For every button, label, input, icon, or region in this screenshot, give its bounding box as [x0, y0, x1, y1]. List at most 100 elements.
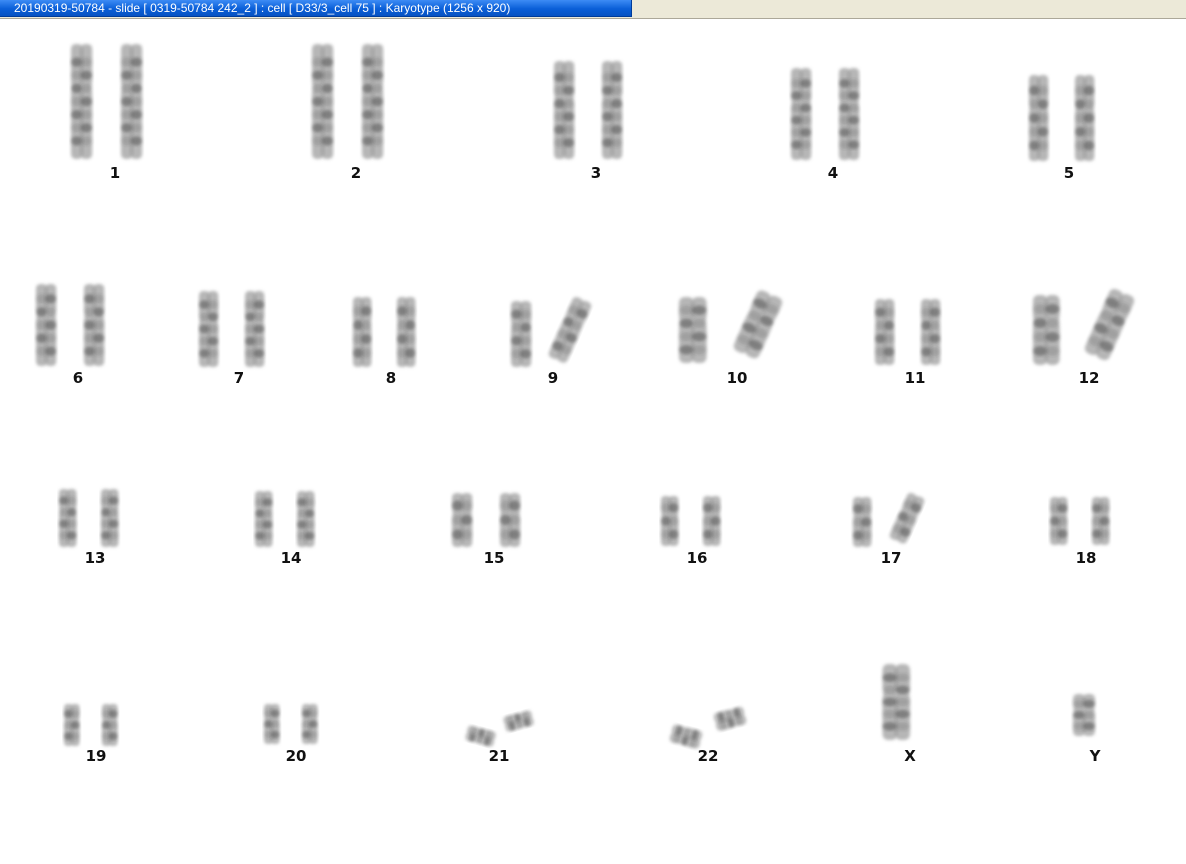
chromosome-band	[1083, 140, 1095, 151]
chromosome-band	[80, 96, 92, 107]
homolog	[882, 664, 910, 740]
chromosome-pair-graphic	[554, 61, 623, 159]
chromosome-band	[45, 346, 57, 356]
chromosome-label: X	[904, 747, 916, 765]
chromosome-pair-graphic	[669, 706, 747, 749]
homolog	[921, 299, 941, 365]
chromosome-band	[321, 83, 333, 93]
window-titlebar: 20190319-50784 - slide [ 0319-50784 242_…	[0, 0, 1186, 19]
chromosome-band	[692, 345, 707, 355]
chromosome-band	[520, 349, 532, 359]
chromosome-band	[1083, 722, 1095, 731]
chromosome-label: 4	[827, 164, 839, 182]
chromosome-label: 8	[385, 369, 397, 387]
chromosome-band	[1083, 99, 1095, 110]
chromosome-band	[1033, 318, 1048, 328]
chromatid	[1045, 295, 1060, 365]
chromosome-band	[509, 500, 521, 511]
chromatid	[1083, 694, 1095, 736]
chromosome-pair-graphic	[791, 68, 860, 160]
chromosome-band	[66, 496, 77, 505]
chromosome-band	[692, 305, 707, 315]
chromosome-pair-graphic	[452, 493, 521, 547]
chromosome-band	[895, 709, 910, 719]
chromosome-band	[108, 709, 118, 718]
chromosome-band	[130, 96, 142, 107]
chromosome-band	[848, 79, 860, 88]
homolog	[199, 291, 219, 367]
chromatid	[882, 664, 898, 740]
chromosome-band	[304, 531, 315, 540]
chromatid	[207, 291, 219, 367]
homolog	[661, 496, 679, 546]
chromosome-pair-graphic	[59, 489, 119, 547]
chromosome-band	[308, 730, 318, 739]
chromosome-band	[611, 72, 623, 82]
chromosome-label: 13	[84, 549, 106, 567]
chromosome-band	[207, 336, 219, 346]
chromosome-band	[563, 98, 575, 109]
chromatid	[461, 493, 473, 547]
chromosome-band	[45, 320, 57, 330]
chromosome-band	[304, 498, 315, 507]
chromosome-band	[108, 519, 119, 528]
chromatid	[93, 284, 105, 366]
homolog	[264, 704, 280, 744]
chromosome-band	[679, 305, 694, 315]
chromosome-band	[130, 110, 142, 120]
chromosome-label: 1	[109, 164, 121, 182]
chromosome-band	[800, 103, 812, 113]
chromosome-band	[321, 136, 333, 146]
chromosome-pair-graphic	[255, 491, 315, 547]
chromosome-band	[848, 103, 860, 113]
chromosome-band	[563, 125, 575, 135]
chromosome-band	[66, 508, 77, 517]
chromosome-label: 12	[1078, 369, 1100, 387]
chromosome-pair-graphic	[312, 44, 384, 159]
chromosome-band	[1057, 503, 1068, 513]
chromosome-band	[509, 514, 521, 526]
chromatid	[262, 491, 273, 547]
chromosome-label: 7	[233, 369, 245, 387]
chromosome-band	[262, 520, 273, 529]
chromosome-band	[882, 722, 897, 731]
chromosome-band	[80, 57, 92, 67]
homolog	[71, 44, 93, 159]
chromosome-band	[371, 57, 383, 67]
chromatid	[710, 496, 721, 546]
homolog	[297, 491, 315, 547]
chromosome-pair-graphic	[1029, 75, 1095, 161]
chromatid	[848, 68, 860, 160]
chromosome-band	[405, 334, 416, 344]
chromosome-band	[45, 333, 57, 343]
chromosome-band	[207, 324, 219, 334]
chromosome-band	[80, 83, 92, 93]
homolog	[1092, 497, 1110, 545]
chromosome-band	[520, 309, 532, 319]
chromosome-pair-graphic	[882, 664, 910, 740]
homolog	[397, 297, 416, 367]
chromosome-band	[679, 345, 694, 355]
chromosome-band	[611, 138, 623, 148]
chromosome-band	[1083, 113, 1095, 123]
chromosome-pair-graphic	[661, 496, 721, 546]
chromosome-band	[883, 307, 895, 317]
window-title-tab[interactable]: 20190319-50784 - slide [ 0319-50784 242_…	[0, 0, 632, 17]
chromosome-band	[130, 57, 142, 67]
chromatid	[509, 493, 521, 547]
homolog	[36, 284, 57, 366]
chromosome-band	[130, 70, 142, 80]
chromosome-band	[611, 125, 623, 135]
chromosome-label: 10	[726, 369, 748, 387]
chromosome-band	[1045, 304, 1060, 314]
chromosome-band	[563, 85, 575, 95]
chromosome-band	[679, 331, 694, 342]
chromosome-band	[130, 83, 142, 93]
chromosome-band	[611, 111, 623, 122]
chromosome-band	[895, 697, 910, 707]
chromosome-band	[692, 331, 707, 342]
chromosome-band	[405, 306, 416, 316]
homolog	[101, 489, 119, 547]
homolog	[713, 706, 747, 731]
chromatid	[883, 299, 895, 365]
